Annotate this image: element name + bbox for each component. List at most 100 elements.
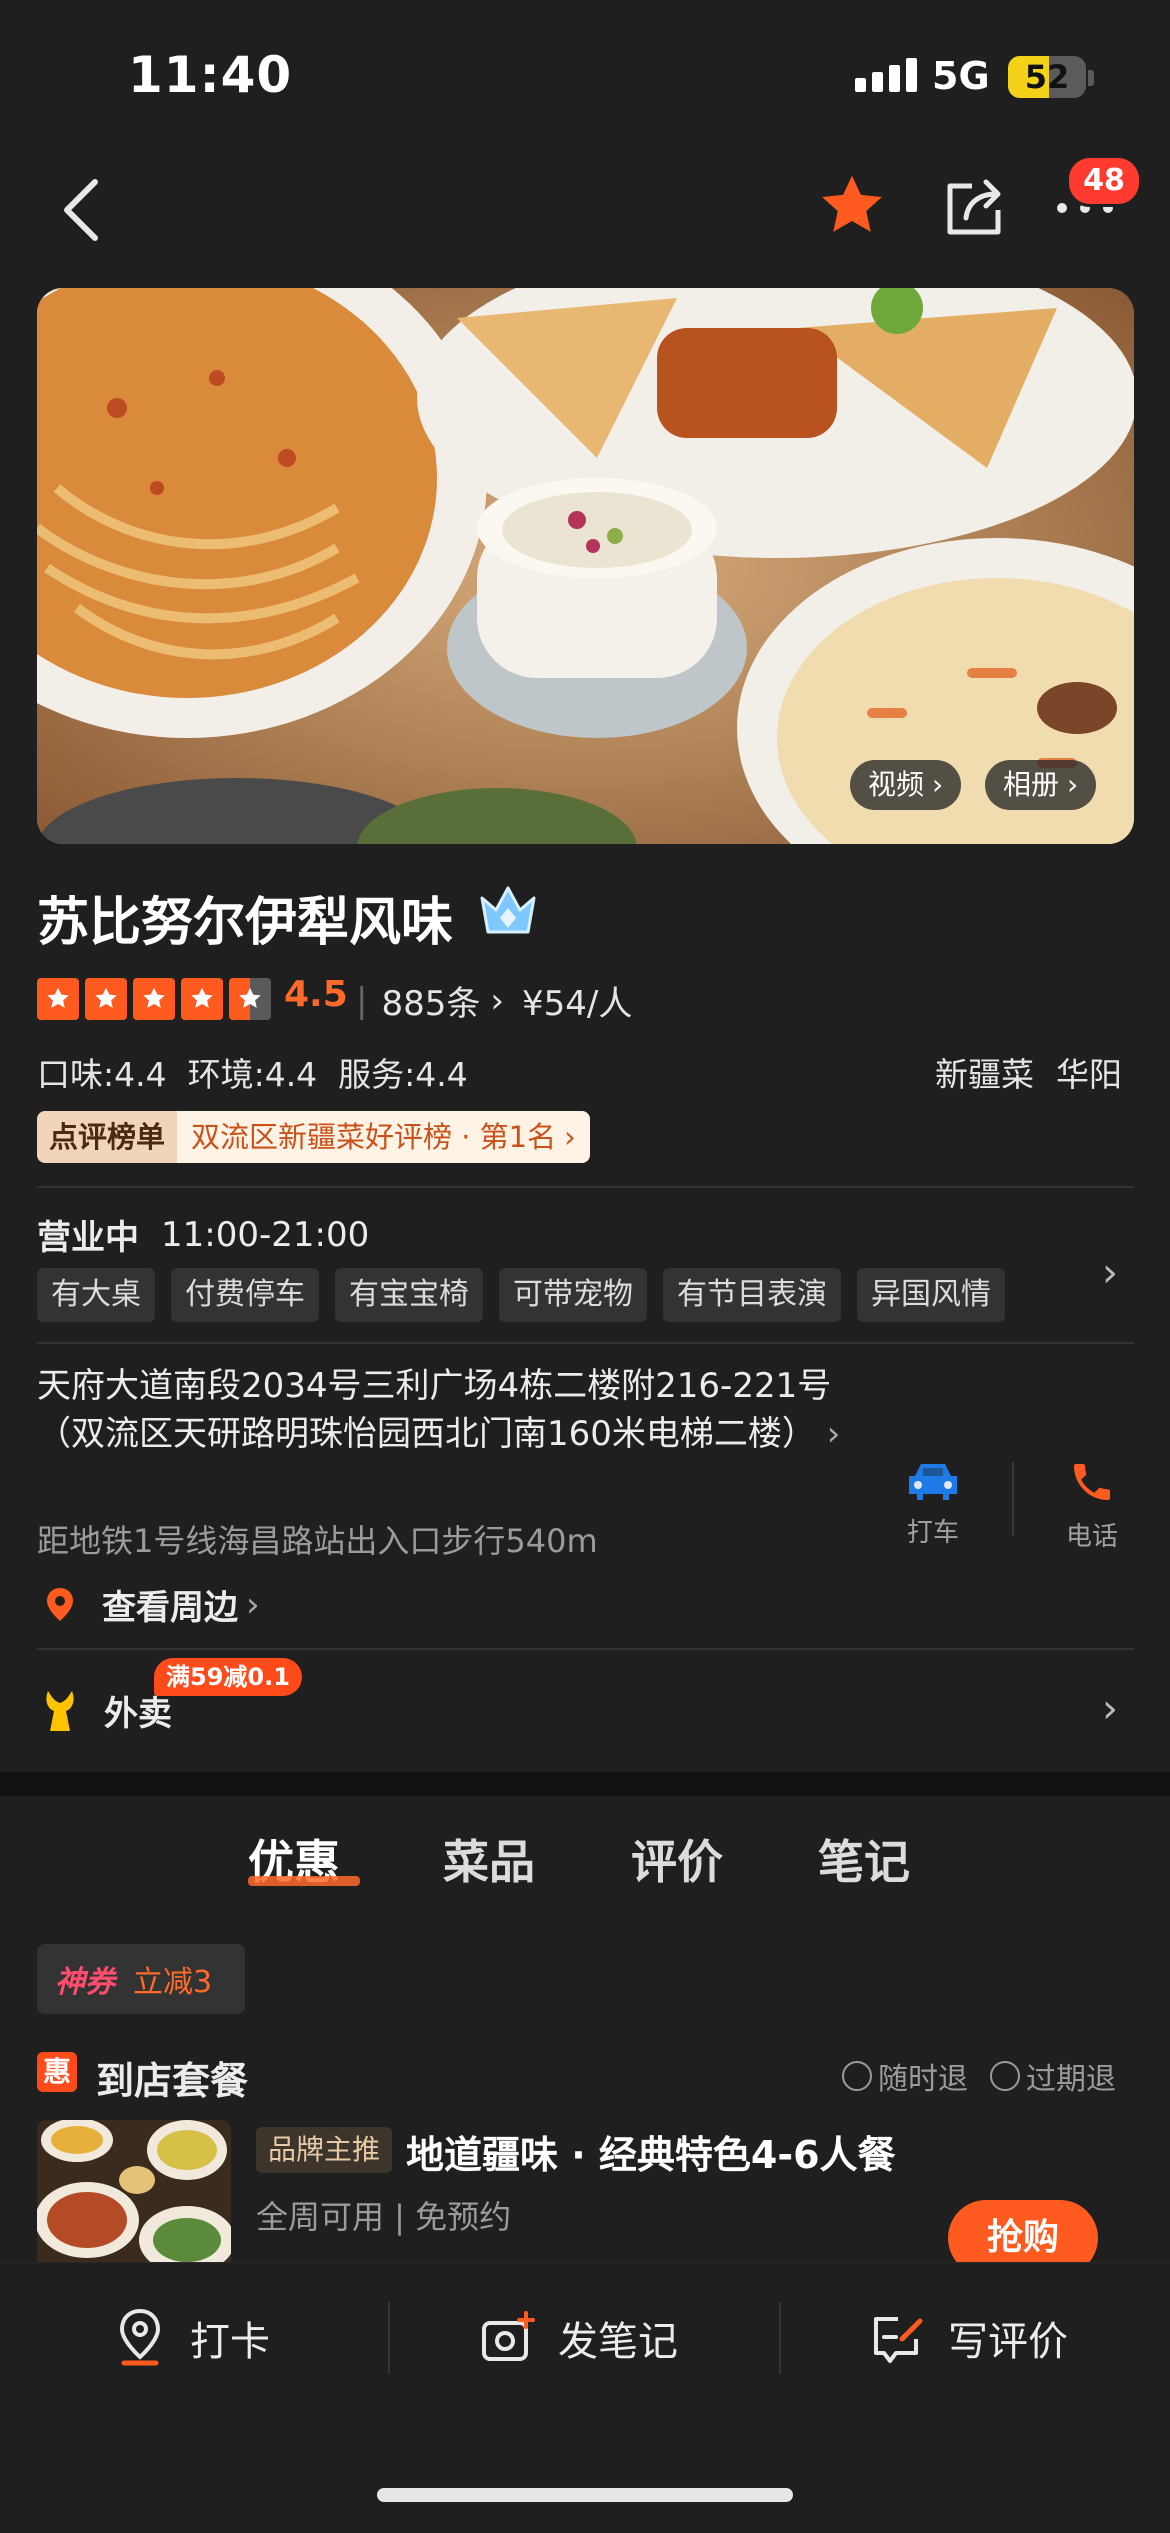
checkin-button[interactable]: 打卡 [112,2298,270,2378]
feature-tag: 有节目表演 [663,1268,841,1322]
rating-meta: | 885条 › ¥54/人 [356,976,632,1025]
refund-expired: 过期退 [1026,2062,1116,2097]
write-review-label: 写评价 [948,2319,1068,2365]
chevron-right-icon[interactable]: › [1102,1686,1118,1732]
rating-star [85,978,127,1020]
home-indicator [377,2488,793,2502]
takeout-icon [46,1690,74,1731]
video-button[interactable]: 视频 › [850,760,962,810]
checkin-label: 打卡 [190,2319,270,2365]
video-label: 视频 [868,768,925,801]
chevron-left-icon [64,179,98,241]
chevron-right-icon: › [815,1414,841,1454]
feature-tag: 可带宠物 [499,1268,647,1322]
star-icon [822,175,882,232]
brand-recommend-tag: 品牌主推 [256,2127,393,2173]
chevron-right-icon: › [564,1120,576,1154]
feature-tags: 有大桌 付费停车 有宝宝椅 可带宠物 有节目表演 异国风情 [37,1268,1021,1322]
chevron-right-icon: › [246,1584,260,1625]
signal-icon [855,58,923,92]
package-thumbnail[interactable] [37,2120,231,2270]
hours-text: 11:00-21:00 [161,1214,370,1255]
food-photo [37,288,1134,844]
ranking-badge[interactable]: 点评榜单 双流区新疆菜好评榜 · 第1名 › [37,1111,590,1163]
write-review-button[interactable]: 写评价 [868,2298,1068,2378]
favorite-button[interactable] [815,168,889,242]
hero-photo[interactable] [37,288,1134,844]
post-note-button[interactable]: 发笔记 [478,2298,678,2378]
taxi-label: 打车 [906,1518,959,1548]
divider [37,1342,1134,1344]
feature-tag: 有宝宝椅 [335,1268,483,1322]
takeout-promo-badge: 满59减0.1 [154,1658,302,1696]
address-link[interactable]: 天府大道南段2034号三利广场4栋二楼附216-221号（双流区天研路明珠怡园西… [37,1362,867,1458]
network-label: 5G [932,54,990,98]
edit-review-icon [874,2317,923,2363]
package-photo [37,2120,231,2270]
category-tags: 新疆菜 华阳 [935,1048,1122,1096]
crown-icon [476,880,540,942]
refund-any: 随时退 [878,2062,968,2097]
sub-scores: 口味:4.4 环境:4.4 服务:4.4 [37,1055,468,1094]
battery-tip [1088,70,1094,86]
post-note-label: 发笔记 [558,2319,678,2365]
tab-reviews[interactable]: 评价 [631,1826,723,1892]
chevron-right-icon: › [1067,768,1079,801]
car-icon [909,1464,957,1500]
share-button[interactable] [940,172,1010,242]
rating-star [133,978,175,1020]
address-text: 天府大道南段2034号三利广场4栋二楼附216-221号（双流区天研路明珠怡园西… [37,1366,832,1454]
phone-icon [1074,1464,1110,1500]
back-button[interactable] [55,170,115,250]
category-tag[interactable]: 新疆菜 [935,1048,1034,1096]
price-per-person: ¥54/人 [521,984,633,1024]
rating-stars [37,978,277,1020]
divider [779,2302,781,2374]
metro-distance: 距地铁1号线海昌路站出入口步行540m [37,1522,598,1560]
share-icon [947,179,1001,235]
takeout-row[interactable]: 外卖 [40,1686,172,1735]
refund-policy: 随时退 过期退 [842,2054,1116,2098]
nearby-link[interactable]: 查看周边 › [40,1580,260,1629]
package-name[interactable]: 地道疆味 · 经典特色4-6人餐 [406,2124,896,2179]
package-terms: 全周可用 | 免预约 [256,2198,512,2236]
divider [388,2302,390,2374]
taxi-button[interactable]: 打车 [893,1458,973,1549]
chevron-right-icon: › [932,768,944,801]
rating-star [37,978,79,1020]
status-bar: 11:40 5G 52 [0,0,1170,150]
check-circle-icon [842,2061,872,2091]
section-separator [0,1772,1170,1796]
battery-level: 52 [1024,58,1070,96]
discount-icon: 惠 [37,2052,77,2092]
message-badge: 48 [1066,155,1142,207]
voucher-brand: 神券 [55,1965,115,2000]
business-hours[interactable]: 营业中 11:00-21:00 [37,1210,369,1259]
call-label: 电话 [1065,1522,1118,1552]
battery-icon: 52 [1008,56,1086,98]
ranking-text: 双流区新疆菜好评榜 · 第1名 [191,1120,557,1154]
tab-dishes[interactable]: 菜品 [443,1826,535,1892]
separator: | [356,980,368,1021]
chevron-right-icon[interactable]: › [1102,1250,1118,1296]
tab-notes[interactable]: 笔记 [818,1826,910,1892]
camera-plus-icon [482,2311,535,2361]
review-count-link[interactable]: 885条 › [381,976,522,1025]
feature-tag: 付费停车 [171,1268,319,1322]
tab-active-indicator [248,1876,360,1886]
location-pin-icon [119,2308,161,2366]
rating-score: 4.5 [284,974,348,1015]
location-pin-icon [47,1587,73,1621]
ranking-label: 点评榜单 [37,1111,178,1163]
area-tag[interactable]: 华阳 [1056,1048,1122,1096]
rating-star [181,978,223,1020]
chevron-right-icon: › [490,980,504,1021]
divider [1012,1462,1014,1536]
call-button[interactable]: 电话 [1052,1458,1132,1553]
voucher-chip[interactable]: 神券 立减3 [37,1944,245,2014]
divider [37,1186,1134,1188]
album-label: 相册 [1003,768,1060,801]
album-button[interactable]: 相册 › [985,760,1097,810]
shop-name: 苏比努尔伊犁风味 [37,893,454,953]
check-circle-icon [990,2061,1020,2091]
